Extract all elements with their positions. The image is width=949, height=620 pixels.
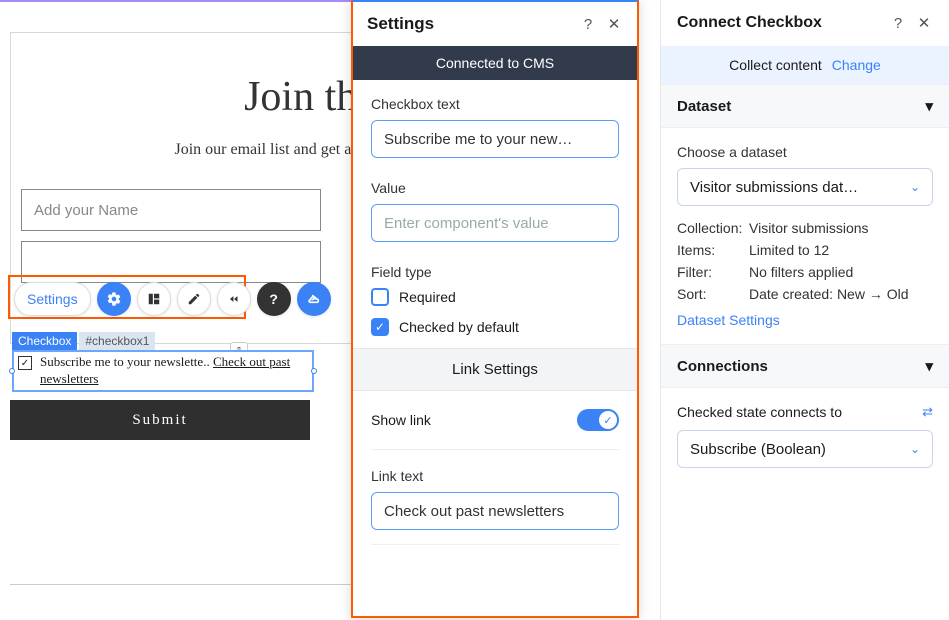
dataset-section-body: Choose a dataset Visitor submissions dat… xyxy=(661,128,949,344)
checkbox-element[interactable]: ✓ Subscribe me to your newslette.. Check… xyxy=(12,350,314,392)
show-link-toggle[interactable]: ✓ xyxy=(577,409,619,431)
element-toolbar: Settings ? xyxy=(14,282,331,316)
show-link-row: Show link ✓ xyxy=(371,409,619,431)
checked-default-label: Checked by default xyxy=(399,319,519,335)
collect-bar: Collect content Change xyxy=(661,46,949,84)
submit-button[interactable]: Submit xyxy=(10,400,310,440)
element-tags: Checkbox #checkbox1 xyxy=(12,332,155,350)
change-link[interactable]: Change xyxy=(832,57,881,73)
dataset-select[interactable]: Visitor submissions dat… ⌄ xyxy=(677,168,933,206)
link-text-label: Link text xyxy=(371,468,619,484)
required-row[interactable]: Required xyxy=(371,288,619,306)
checked-state-label: Checked state connects to xyxy=(677,404,842,420)
layout-icon[interactable] xyxy=(137,282,171,316)
tag-type: Checkbox xyxy=(12,332,77,350)
help-icon[interactable]: ? xyxy=(889,14,907,32)
name-placeholder: Add your Name xyxy=(34,202,138,219)
close-icon[interactable]: ✕ xyxy=(915,14,933,32)
chevron-down-icon: ⌄ xyxy=(910,442,920,456)
connect-title: Connect Checkbox xyxy=(677,14,881,32)
tag-id: #checkbox1 xyxy=(79,332,155,350)
help-icon[interactable]: ? xyxy=(579,15,597,33)
gear-icon[interactable] xyxy=(97,282,131,316)
collect-label: Collect content xyxy=(729,57,822,73)
required-label: Required xyxy=(399,289,456,305)
checkbox-text-label: Checkbox text xyxy=(371,96,619,112)
settings-pill[interactable]: Settings xyxy=(14,282,91,316)
connect-header: Connect Checkbox ? ✕ xyxy=(661,0,949,46)
connection-icon[interactable]: ⇄ xyxy=(922,404,933,420)
settings-panel: Settings ? ✕ Connected to CMS Checkbox t… xyxy=(351,0,639,618)
field-type-label: Field type xyxy=(371,264,619,280)
choose-dataset-label: Choose a dataset xyxy=(677,144,933,160)
help-icon[interactable]: ? xyxy=(257,282,291,316)
chevron-down-icon: ⌄ xyxy=(910,180,920,194)
checked-default-checkbox-icon[interactable]: ✓ xyxy=(371,318,389,336)
design-icon[interactable] xyxy=(177,282,211,316)
dataset-settings-link[interactable]: Dataset Settings xyxy=(677,312,933,328)
meta-collection: Collection:Visitor submissions xyxy=(677,220,933,236)
meta-items: Items:Limited to 12 xyxy=(677,242,933,258)
meta-sort: Sort:Date created: New → Old xyxy=(677,286,933,302)
checkbox-text: Subscribe me to your newslette.. Check o… xyxy=(40,354,308,388)
checkbox-text-input[interactable]: Subscribe me to your new… xyxy=(371,120,619,158)
dataset-section-header[interactable]: Dataset ▾ xyxy=(661,84,949,128)
second-input[interactable] xyxy=(21,241,321,283)
checkbox-box-icon[interactable]: ✓ xyxy=(18,356,32,370)
link-text-input[interactable]: Check out past newsletters xyxy=(371,492,619,530)
value-input[interactable]: Enter component's value xyxy=(371,204,619,242)
checked-default-row[interactable]: ✓ Checked by default xyxy=(371,318,619,336)
link-settings-header: Link Settings xyxy=(353,348,637,391)
chevron-down-icon: ▾ xyxy=(925,357,933,375)
close-icon[interactable]: ✕ xyxy=(605,15,623,33)
checked-state-select[interactable]: Subscribe (Boolean) ⌄ xyxy=(677,430,933,468)
settings-header: Settings ? ✕ xyxy=(353,2,637,46)
show-link-label: Show link xyxy=(371,412,431,428)
value-label: Value xyxy=(371,180,619,196)
animation-icon[interactable] xyxy=(217,282,251,316)
settings-title: Settings xyxy=(367,14,571,34)
toggle-knob-icon: ✓ xyxy=(599,411,617,429)
connections-section-body: Checked state connects to ⇄ Subscribe (B… xyxy=(661,388,949,498)
chevron-down-icon: ▾ xyxy=(925,97,933,115)
connections-section-header[interactable]: Connections ▾ xyxy=(661,344,949,388)
connected-banner: Connected to CMS xyxy=(353,46,637,80)
meta-filter: Filter:No filters applied xyxy=(677,264,933,280)
required-checkbox-icon[interactable] xyxy=(371,288,389,306)
name-input[interactable]: Add your Name xyxy=(21,189,321,231)
connect-panel: Connect Checkbox ? ✕ Collect content Cha… xyxy=(660,0,949,620)
connect-data-icon[interactable] xyxy=(297,282,331,316)
